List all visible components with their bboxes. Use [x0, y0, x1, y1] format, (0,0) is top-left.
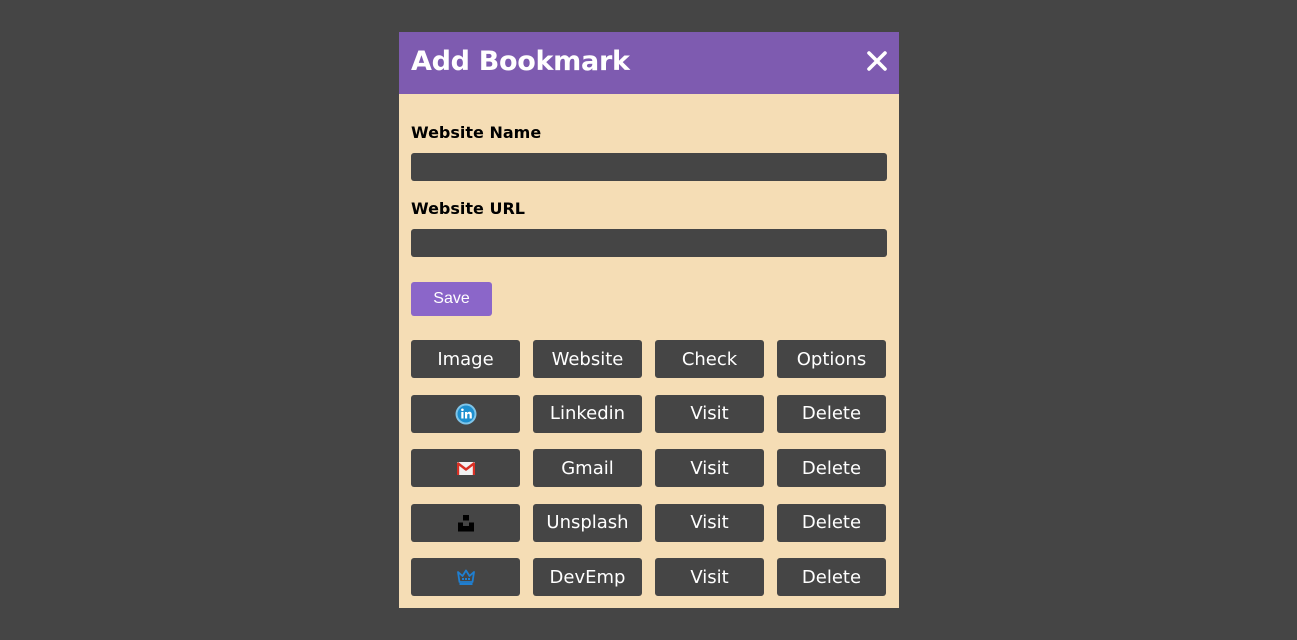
website-url-input[interactable]: [411, 229, 887, 257]
visit-button[interactable]: Visit: [655, 394, 764, 433]
visit-button[interactable]: Visit: [655, 503, 764, 542]
gmail-icon: [455, 457, 477, 479]
bookmark-image-cell: [411, 449, 520, 487]
bookmark-image-cell: [411, 503, 520, 542]
table-header-website: Website: [533, 340, 642, 378]
bookmark-image-cell: [411, 394, 520, 433]
modal-header: Add Bookmark: [399, 32, 899, 94]
visit-button[interactable]: Visit: [655, 449, 764, 487]
linkedin-icon: [455, 403, 477, 425]
visit-button[interactable]: Visit: [655, 558, 764, 596]
table-header-image: Image: [411, 340, 520, 378]
add-bookmark-modal: Add Bookmark Website Name Website URL Sa…: [399, 32, 899, 608]
bookmark-website-name: Unsplash: [533, 503, 642, 542]
modal-title: Add Bookmark: [411, 46, 630, 77]
table-header-check: Check: [655, 340, 764, 378]
bookmark-website-name: DevEmp: [533, 558, 642, 596]
website-name-input[interactable]: [411, 153, 887, 181]
devemp-icon: [455, 566, 477, 588]
delete-button[interactable]: Delete: [777, 503, 886, 542]
unsplash-icon: [455, 512, 477, 534]
bookmark-image-cell: [411, 558, 520, 596]
delete-button[interactable]: Delete: [777, 394, 886, 433]
bookmarks-table: Image Website Check Options Linkedin Vis…: [411, 340, 886, 596]
delete-button[interactable]: Delete: [777, 449, 886, 487]
website-name-label: Website Name: [411, 123, 542, 142]
bookmark-website-name: Linkedin: [533, 394, 642, 433]
bookmark-website-name: Gmail: [533, 449, 642, 487]
close-icon[interactable]: [865, 49, 889, 73]
delete-button[interactable]: Delete: [777, 558, 886, 596]
save-button[interactable]: Save: [411, 282, 492, 316]
table-header-options: Options: [777, 340, 886, 378]
website-url-label: Website URL: [411, 199, 525, 218]
